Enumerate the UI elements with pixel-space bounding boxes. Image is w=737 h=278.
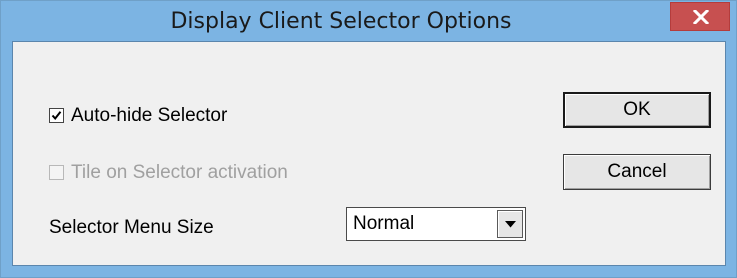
menu-size-value: Normal: [353, 213, 415, 234]
close-x-icon: [693, 10, 709, 24]
auto-hide-label[interactable]: Auto-hide Selector: [71, 105, 227, 127]
checkmark-icon: [51, 111, 62, 121]
title-bar[interactable]: Display Client Selector Options: [1, 1, 736, 41]
tile-on-activation-label: Tile on Selector activation: [71, 162, 288, 183]
ok-button[interactable]: OK: [563, 92, 711, 128]
tile-on-activation-checkbox: [49, 165, 64, 180]
menu-size-label: Selector Menu Size: [49, 217, 214, 238]
dropdown-arrow-button[interactable]: [497, 210, 523, 238]
close-button[interactable]: [670, 2, 730, 31]
cancel-button[interactable]: Cancel: [563, 154, 711, 190]
window-title: Display Client Selector Options: [170, 9, 512, 34]
dialog-window: Display Client Selector Options Auto-hid…: [0, 0, 737, 278]
auto-hide-checkbox[interactable]: [49, 108, 64, 123]
chevron-down-icon: [505, 221, 516, 228]
dialog-client-area: Auto-hide Selector Tile on Selector acti…: [12, 41, 726, 266]
menu-size-select[interactable]: Normal: [346, 207, 526, 241]
